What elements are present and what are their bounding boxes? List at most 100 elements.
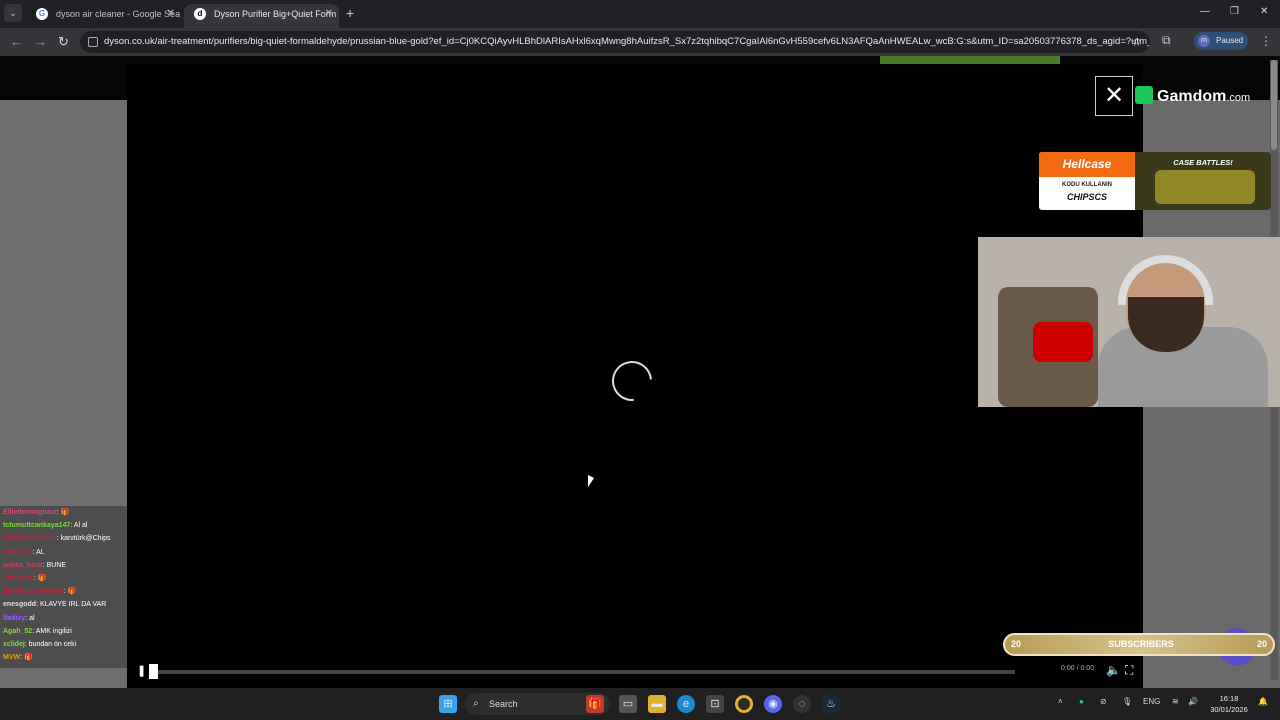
window-close-button[interactable]: ✕ [1260,6,1268,17]
chat-username[interactable]: Emeltbyesyleyaeu [3,588,64,595]
treasure-chest-icon [1155,170,1255,204]
app-icon[interactable]: ◌ [793,695,811,713]
close-icon[interactable]: ✕ [325,4,333,24]
chat-message: lfadixy: al [0,612,127,625]
speaker-icon[interactable]: 🔊 [1188,697,1198,706]
chat-username[interactable]: Agah_52 [3,628,32,635]
store-icon[interactable]: ⊡ [706,695,724,713]
chat-username[interactable]: lfadixy [3,615,25,622]
chat-message: enesgodd: KLAVYE IRL DA VAR [0,598,127,611]
subscribers-label: SUBSCRIBERS [1108,639,1174,649]
site-info-icon[interactable] [88,37,98,47]
chat-text: : al [25,614,35,622]
stream-chat: Ellieltevoogtuse: 🎁 tctumuttcankaya147: A… [0,506,127,668]
video-progress-bar[interactable] [151,670,1015,674]
clock-date: 30/01/2026 [1210,705,1248,714]
tab-google-search[interactable]: G dyson air cleaner - Google Sea ✕ [26,4,181,28]
case-battles-title: CASE BATTLES! [1173,158,1233,167]
bookmark-star-icon[interactable]: ☆ [1131,31,1142,53]
url-text: dyson.co.uk/air-treatment/purifiers/big-… [104,36,1150,47]
chat-username[interactable]: Ellieltevoogtuse [3,509,57,516]
chat-message: Emeltbyesyleyaeu: 🎁 [0,585,127,598]
address-bar[interactable]: dyson.co.uk/air-treatment/purifiers/big-… [80,31,1150,53]
dyson-icon: d [194,8,206,20]
windows-taskbar: ⊞ ⌕ Search 🎁 ▭ ▬ e ⊡ ◉ ◌ ♨ ˄ ● ⊘ 🎙 ENG ≋… [0,688,1280,720]
forward-button[interactable]: → [34,34,47,49]
tab-search-button[interactable]: ⌄ [4,4,22,22]
minimize-button[interactable]: — [1200,6,1210,17]
tab-title: Dyson Purifier Big+Quiet Form [214,9,337,19]
chrome-icon[interactable] [735,695,753,713]
subscribers-goal-bar: 20 SUBSCRIBERS 20 [1003,633,1275,656]
promo-bar [880,56,1060,64]
webcam-red-cushion [1033,322,1093,362]
steam-icon[interactable]: ♨ [822,695,840,713]
hellcase-instruction: KODU KULLANIN [1062,182,1112,188]
page-backdrop-left [0,100,127,506]
tab-dyson[interactable]: d Dyson Purifier Big+Quiet Form ✕ [184,4,339,28]
chat-username[interactable]: MVW [3,654,20,661]
scrollbar-thumb[interactable] [1271,60,1277,150]
start-icon[interactable]: ⊞ [439,695,457,713]
fullscreen-icon[interactable]: ⛶ [1125,663,1133,678]
chat-username[interactable]: enesgodd [3,601,36,608]
gamdom-icon [1135,86,1153,104]
search-icon: ⌕ [473,698,479,709]
close-icon[interactable]: ✕ [167,4,175,24]
chat-username[interactable]: darmanibasamo [3,535,57,542]
language-indicator[interactable]: ENG [1143,697,1160,706]
tab-strip: ⌄ G dyson air cleaner - Google Sea ✕ d D… [0,0,1280,28]
gamdom-logo: Gamdom.com [1135,86,1250,106]
wifi-icon[interactable]: ≋ [1172,697,1179,706]
browser-menu-icon[interactable]: ⋮ [1260,34,1272,48]
chat-message: MVW: 🎁 [0,651,127,664]
maximize-button[interactable]: ❐ [1230,6,1239,17]
gamdom-brand: Gamdom [1157,88,1227,105]
chat-message: Agah_52: AMK ingilizi [0,625,127,638]
network-off-icon[interactable]: ⊘ [1100,697,1107,706]
chat-message: Ebbesi16: 🎁 [0,572,127,585]
browser-toolbar: ← → ↻ dyson.co.uk/air-treatment/purifier… [0,28,1280,56]
hellcase-logo: Hellcase [1039,152,1135,177]
tab-title: dyson air cleaner - Google Sea [56,9,181,19]
tray-overflow-icon[interactable]: ˄ [1058,697,1063,706]
extensions-icon[interactable]: ⧉ [1162,33,1171,48]
volume-icon[interactable]: 🔈 [1106,663,1121,677]
chat-message: darmanibasamo: kanıtürk@Chips [0,532,127,545]
back-button[interactable]: ← [10,34,23,49]
gamdom-suffix: .com [1226,92,1251,104]
gift-icon[interactable]: 🎁 [586,695,604,713]
chat-text: : KLAVYE IRL DA VAR [36,601,107,609]
microphone-icon[interactable]: 🎙 [1122,697,1132,706]
google-icon: G [36,8,48,20]
chat-username[interactable]: Ebbesi16 [3,575,34,582]
profile-button[interactable]: m Paused [1194,32,1248,50]
streamer-webcam [978,237,1280,407]
chat-username[interactable]: Radeson [3,549,33,556]
chat-text: : AL [32,548,45,556]
chat-text: : 🎁 [20,654,33,662]
progress-handle[interactable] [149,664,158,679]
chat-username[interactable]: tctumuttcankaya147 [3,522,70,529]
chat-text: : 🎁 [33,575,47,583]
reload-button[interactable]: ↻ [58,34,69,50]
discord-icon[interactable]: ◉ [764,695,782,713]
chat-text: : bundan ön ceki [24,641,77,649]
task-view-icon[interactable]: ▭ [619,695,637,713]
file-explorer-icon[interactable]: ▬ [648,695,666,713]
new-tab-button[interactable]: + [346,5,354,21]
chat-username[interactable]: ankea_bask [3,562,43,569]
edge-icon[interactable]: e [677,695,695,713]
chat-text: : Al al [70,522,88,530]
notification-icon[interactable]: 🔔 [1258,697,1268,706]
chat-message: Ellieltevoogtuse: 🎁 [0,506,127,519]
search-label: Search [489,699,518,709]
chat-username[interactable]: xclidej [3,641,25,648]
video-controls: ❚❚ 0:00 / 0:00 🔈 ⛶ [127,656,1143,688]
video-close-button[interactable]: ✕ [1095,76,1133,116]
time-display: 0:00 / 0:00 [1061,665,1095,672]
hellcase-banner: Hellcase KODU KULLANIN CHIPSCS CASE BATT… [1039,152,1271,210]
chat-text: : kanıtürk@Chips [56,535,111,543]
taskbar-clock[interactable]: 16:18 30/01/2026 [1206,693,1252,715]
status-dot-icon[interactable]: ● [1079,697,1084,706]
